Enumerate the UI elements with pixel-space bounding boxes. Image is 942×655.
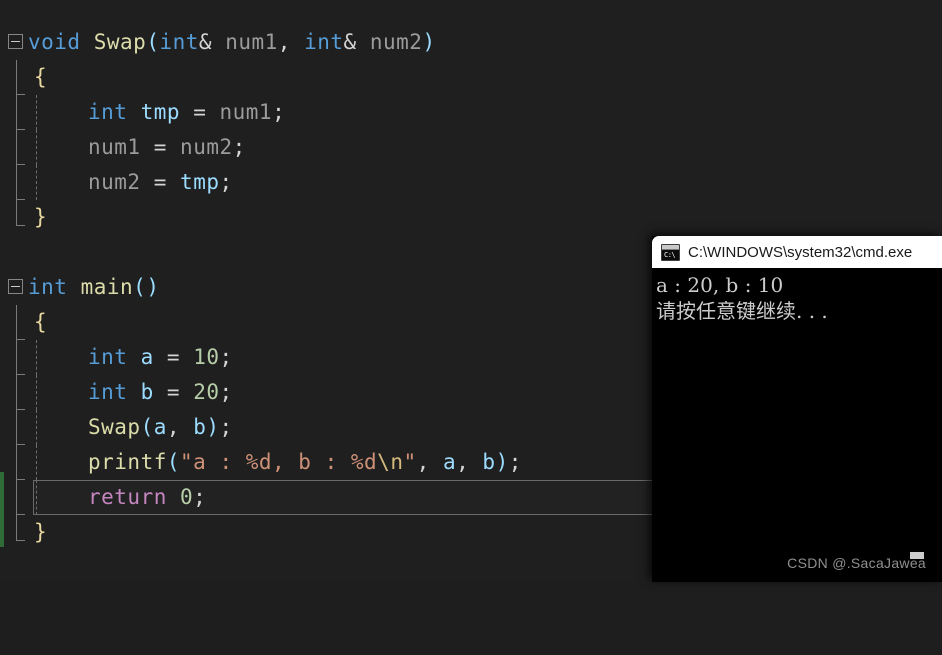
code-line-text: } bbox=[34, 520, 48, 544]
code-line-text: void Swap(int& num1, int& num2) bbox=[28, 30, 436, 54]
code-line-text: printf("a : %d, b : %d\n", a, b); bbox=[88, 450, 522, 474]
code-line-text: int b = 20; bbox=[88, 380, 233, 404]
code-line[interactable]: { bbox=[0, 60, 942, 95]
code-line-text: int main() bbox=[28, 275, 160, 299]
code-line-text: { bbox=[34, 65, 48, 89]
indent-guide bbox=[36, 445, 37, 480]
code-line-text: } bbox=[34, 205, 48, 229]
code-line[interactable]: void Swap(int& num1, int& num2) bbox=[0, 25, 942, 60]
code-line-text: { bbox=[34, 310, 48, 334]
indent-guide bbox=[16, 60, 25, 95]
indent-guide bbox=[36, 165, 37, 200]
indent-guide bbox=[36, 480, 37, 515]
indent-guide bbox=[36, 340, 37, 375]
indent-guide bbox=[16, 165, 25, 200]
cmd-console-window[interactable]: C:\ C:\WINDOWS\system32\cmd.exe a : 20, … bbox=[652, 236, 942, 582]
indent-guide bbox=[36, 375, 37, 410]
code-line-text: num1 = num2; bbox=[88, 135, 246, 159]
indent-guide bbox=[16, 130, 25, 165]
code-line[interactable]: num2 = tmp; bbox=[0, 165, 942, 200]
code-line-text: Swap(a, b); bbox=[88, 415, 233, 439]
code-line[interactable]: num1 = num2; bbox=[0, 130, 942, 165]
indent-guide bbox=[36, 410, 37, 445]
fold-collapse-icon[interactable] bbox=[8, 279, 23, 294]
cmd-icon-prompt: C:\ bbox=[664, 250, 676, 259]
csdn-watermark: CSDN @.SacaJawea bbox=[787, 555, 926, 571]
code-line[interactable]: int tmp = num1; bbox=[0, 95, 942, 130]
console-output-line: 请按任意键继续. . . bbox=[656, 299, 828, 323]
console-output-area[interactable]: a : 20, b : 10 请按任意键继续. . . bbox=[652, 268, 942, 582]
indent-guide-end bbox=[16, 200, 25, 226]
code-line[interactable]: } bbox=[0, 200, 942, 235]
indent-guide-end bbox=[16, 515, 25, 541]
cmd-icon: C:\ bbox=[661, 243, 680, 261]
code-line-text: num2 = tmp; bbox=[88, 170, 233, 194]
code-line-text: int a = 10; bbox=[88, 345, 233, 369]
console-output-line: a : 20, b : 10 bbox=[656, 273, 784, 297]
code-line-text: int tmp = num1; bbox=[88, 100, 286, 124]
indent-guide bbox=[36, 130, 37, 165]
fold-collapse-icon[interactable] bbox=[8, 34, 23, 49]
indent-guide bbox=[16, 480, 25, 515]
indent-guide bbox=[16, 375, 25, 410]
indent-guide bbox=[16, 95, 25, 130]
indent-guide bbox=[16, 445, 25, 480]
indent-guide bbox=[16, 340, 25, 375]
indent-guide bbox=[16, 410, 25, 445]
indent-guide bbox=[16, 305, 25, 340]
code-line-text: return 0; bbox=[88, 485, 207, 509]
console-title-bar[interactable]: C:\ C:\WINDOWS\system32\cmd.exe bbox=[652, 236, 942, 268]
console-title-text: C:\WINDOWS\system32\cmd.exe bbox=[688, 243, 913, 261]
indent-guide bbox=[36, 95, 37, 130]
